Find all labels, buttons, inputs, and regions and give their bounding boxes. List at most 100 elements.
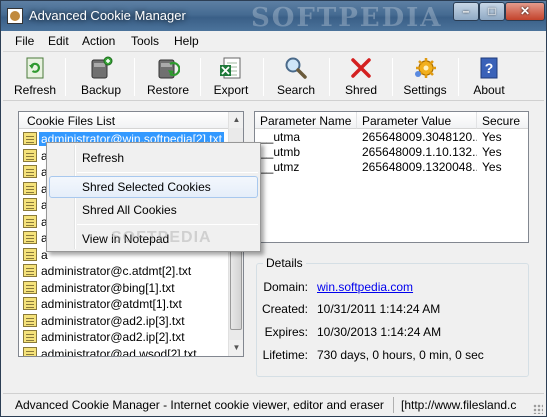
toolbar: Refresh Backup Restore Export Search Shr… <box>3 51 544 101</box>
created-label: Created: <box>261 302 308 316</box>
question-book-icon: ? <box>480 57 498 79</box>
param-value-cell[interactable]: 265648009.1320048... <box>357 160 477 174</box>
restore-icon <box>158 59 180 79</box>
window-title: Advanced Cookie Manager <box>29 8 186 23</box>
cookie-file-icon <box>23 280 37 294</box>
restore-button[interactable]: Restore <box>141 54 195 100</box>
toolbar-separator <box>200 58 201 96</box>
ctx-refresh[interactable]: Refresh <box>49 147 258 169</box>
toolbar-separator <box>65 58 66 96</box>
param-name-cell[interactable]: __utmz <box>255 160 357 174</box>
scroll-up-icon[interactable]: ▲ <box>229 112 243 128</box>
close-icon: ✕ <box>519 4 531 18</box>
refresh-icon <box>26 57 44 79</box>
cookie-app-icon[interactable] <box>7 8 23 24</box>
refresh-label: Refresh <box>13 83 57 97</box>
shred-button[interactable]: Shred <box>336 54 386 100</box>
export-button[interactable]: Export <box>206 54 256 100</box>
cookie-file-icon <box>23 247 37 261</box>
gear-icon <box>415 58 436 78</box>
svg-text:?: ? <box>485 60 494 76</box>
cookie-file-name: administrator@atdmt[1].txt <box>41 297 182 311</box>
ctx-separator <box>77 224 258 225</box>
maximize-button[interactable]: □ <box>479 2 505 21</box>
shred-label: Shred <box>344 83 378 97</box>
parameters-table[interactable]: Parameter Name Parameter Value Secure __… <box>254 111 529 243</box>
details-legend: Details <box>263 256 306 270</box>
search-button[interactable]: Search <box>270 54 322 100</box>
minimize-button[interactable]: – <box>453 2 479 21</box>
excel-export-icon <box>220 57 241 79</box>
restore-label: Restore <box>146 83 190 97</box>
col-header-parameter-value[interactable]: Parameter Value <box>357 112 477 129</box>
cookie-file-icon <box>23 165 37 178</box>
menu-action[interactable]: Action <box>82 34 115 48</box>
col-header-secure[interactable]: Secure <box>477 112 528 129</box>
close-button[interactable]: ✕ <box>505 2 545 21</box>
magnifier-icon <box>285 57 307 79</box>
ctx-separator <box>77 172 258 173</box>
cookie-file-name: administrator@ad2.ip[3].txt <box>41 313 185 328</box>
cookie-file-icon <box>23 148 37 162</box>
param-value-cell[interactable]: 265648009.3048120... <box>357 130 477 144</box>
param-name-cell[interactable]: __utmb <box>255 145 357 159</box>
param-name-cell[interactable]: __utma <box>255 130 357 144</box>
backup-button[interactable]: Backup <box>73 54 129 100</box>
cookie-file-icon <box>23 313 37 327</box>
cookie-files-header[interactable]: Cookie Files List <box>19 112 229 129</box>
expires-label: Expires: <box>264 325 308 339</box>
toolbar-separator <box>392 58 393 96</box>
col-header-parameter-name[interactable]: Parameter Name <box>255 112 357 129</box>
status-bar: Advanced Cookie Manager - Internet cooki… <box>3 393 544 415</box>
backup-label: Backup <box>80 83 122 97</box>
param-secure-cell[interactable]: Yes <box>477 145 528 159</box>
context-watermark: SOFTPEDIA <box>111 229 212 246</box>
expires-value: 10/30/2013 1:14:24 AM <box>317 325 442 339</box>
cookie-file-icon <box>23 264 37 277</box>
cookie-file-icon <box>23 132 37 145</box>
export-label: Export <box>213 83 249 97</box>
ctx-shred-all[interactable]: Shred All Cookies <box>49 199 258 221</box>
cookie-file-name: administrator@bing[1].txt <box>41 280 175 295</box>
lifetime-label: Lifetime: <box>262 348 308 362</box>
backup-icon <box>91 56 113 79</box>
menu-file[interactable]: File <box>15 34 34 48</box>
refresh-button[interactable]: Refresh <box>9 54 61 100</box>
lifetime-value: 730 days, 0 hours, 0 min, 0 sec <box>317 348 484 362</box>
about-button[interactable]: ? About <box>463 54 515 100</box>
toolbar-separator <box>329 58 330 96</box>
status-separator <box>393 397 394 413</box>
search-label: Search <box>276 83 316 97</box>
red-x-icon <box>351 58 371 78</box>
scroll-down-icon[interactable]: ▼ <box>229 340 243 356</box>
ctx-shred-selected[interactable]: Shred Selected Cookies <box>49 176 258 198</box>
title-bar[interactable]: Advanced Cookie Manager SOFTPEDIA – □ ✕ <box>1 1 546 33</box>
settings-label: Settings <box>403 83 447 97</box>
app-window: Advanced Cookie Manager SOFTPEDIA – □ ✕ … <box>0 0 547 417</box>
cookie-file-icon <box>23 330 37 343</box>
cookie-file-name: administrator@c.atdmt[2].txt <box>41 264 192 278</box>
cookie-file-icon <box>23 214 37 228</box>
toolbar-separator <box>134 58 135 96</box>
resize-grip-icon[interactable] <box>533 404 543 414</box>
cookie-file-icon <box>23 198 37 211</box>
param-value-cell[interactable]: 265648009.1.10.132... <box>357 145 477 159</box>
param-secure-cell[interactable]: Yes <box>477 160 528 174</box>
status-url: [http://www.filesland.c <box>401 398 517 412</box>
cookie-file-icon <box>23 297 37 310</box>
created-value: 10/31/2011 1:14:24 AM <box>317 302 441 316</box>
cookie-file-name: administrator@ad.wsod[2].txt <box>41 346 197 357</box>
settings-button[interactable]: Settings <box>397 54 453 100</box>
cookie-file-icon <box>23 181 37 195</box>
param-secure-cell[interactable]: Yes <box>477 130 528 144</box>
toolbar-separator <box>458 58 459 96</box>
about-label: About <box>473 83 505 97</box>
status-text: Advanced Cookie Manager - Internet cooki… <box>15 398 384 412</box>
menu-tools[interactable]: Tools <box>131 34 159 48</box>
minimize-icon: – <box>462 4 470 18</box>
menu-help[interactable]: Help <box>174 34 199 48</box>
cookie-file-icon <box>23 346 37 356</box>
maximize-icon: □ <box>488 4 496 18</box>
menu-edit[interactable]: Edit <box>48 34 69 48</box>
domain-link[interactable]: win.softpedia.com <box>317 280 413 294</box>
